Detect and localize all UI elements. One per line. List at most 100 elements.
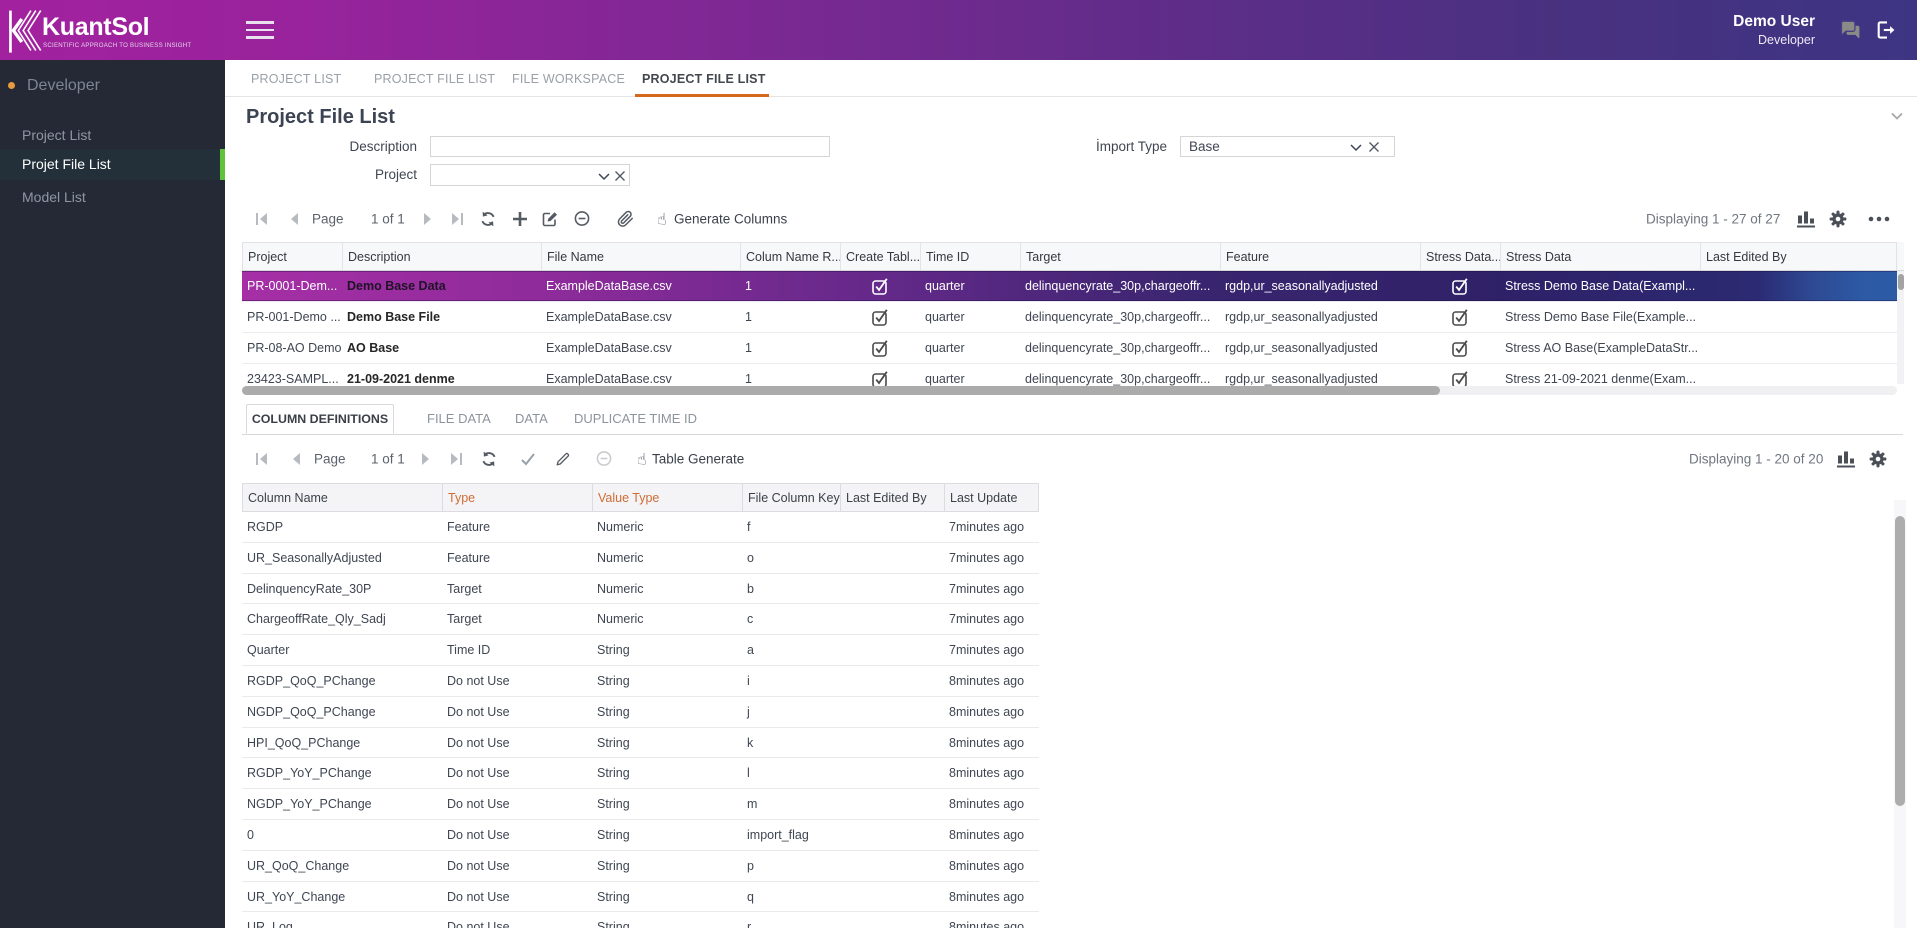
grid2-edit-button[interactable]: [555, 451, 571, 467]
grid1-column-header[interactable]: Create Tabl...: [841, 243, 921, 270]
grid2-column-header[interactable]: File Column Key: [743, 484, 841, 511]
grid2-cell-type: Do not Use: [447, 766, 510, 781]
chart-view-button[interactable]: [1797, 210, 1815, 227]
remove-button[interactable]: [574, 210, 591, 227]
main-tab-2[interactable]: FILE WORKSPACE: [512, 60, 625, 97]
grid2-refresh-button[interactable]: [481, 451, 497, 467]
grid1-column-header[interactable]: Last Edited By: [1701, 243, 1897, 270]
table-generate-button[interactable]: Table Generate: [652, 451, 744, 466]
grid1-cell-checkbox[interactable]: [840, 333, 920, 363]
sub-tab-data[interactable]: DATA: [515, 404, 548, 434]
hamburger-menu-button[interactable]: [246, 18, 274, 42]
grid2-cell-value_type: String: [597, 674, 630, 688]
add-button[interactable]: [511, 210, 529, 228]
grid1-row[interactable]: 23423-SAMPL... 21-09-2021 denme ExampleDat…: [242, 364, 1897, 387]
grid1-column-header[interactable]: Description: [343, 243, 542, 270]
grid2-row[interactable]: 0 Do not Use String import_flag 8minutes ago: [242, 820, 1039, 851]
generate-columns-button[interactable]: Generate Columns: [674, 211, 787, 226]
last-page-button[interactable]: [449, 211, 465, 227]
grid2-row[interactable]: RGDP_YoY_PChange Do not Use String l 8minute…: [242, 758, 1039, 790]
grid2-next-page-button[interactable]: [418, 451, 434, 467]
sub-tab-file-data[interactable]: FILE DATA: [427, 404, 491, 434]
grid1-cell-checkbox[interactable]: [1420, 271, 1500, 301]
sidebar-item-project-list[interactable]: Project List: [0, 120, 225, 150]
grid2-column-header[interactable]: Last Edited By: [841, 484, 945, 511]
grid1-cell-checkbox[interactable]: [840, 302, 920, 332]
sub-tab-column-definitions[interactable]: COLUMN DEFINITIONS: [246, 404, 394, 434]
grid1-column-header[interactable]: Stress Data: [1501, 243, 1701, 270]
refresh-button[interactable]: [480, 211, 496, 227]
first-page-button[interactable]: [255, 211, 271, 227]
grid2-cell-type: Do not Use: [447, 889, 510, 904]
grid1-column-header[interactable]: Stress Data...: [1421, 243, 1501, 270]
main-tab-0[interactable]: PROJECT LIST: [251, 60, 341, 97]
grid2-row[interactable]: ChargeoffRate_Qly_Sadj Target Numeric c 7min…: [242, 604, 1039, 636]
panel-vscrollbar-thumb[interactable]: [1895, 516, 1905, 806]
description-input[interactable]: [430, 136, 830, 157]
checkbox-checked-icon: [1452, 371, 1468, 387]
grid2-first-page-button[interactable]: [255, 451, 271, 467]
grid1-column-header[interactable]: Target: [1021, 243, 1221, 270]
grid2-column-header[interactable]: Last Update: [945, 484, 1039, 511]
grid2-column-header[interactable]: Column Name: [243, 484, 443, 511]
grid1-cell-checkbox[interactable]: [1420, 302, 1500, 332]
grid1-column-header[interactable]: File Name: [542, 243, 741, 270]
grid2-settings-button[interactable]: [1869, 450, 1887, 468]
grid2-remove-button[interactable]: [596, 450, 613, 467]
main-tab-3[interactable]: PROJECT FILE LIST: [642, 60, 766, 97]
grid2-row[interactable]: RGDP Feature Numeric f 7minutes ago: [242, 512, 1039, 543]
paperclip-icon: [617, 210, 633, 227]
attach-button[interactable]: [617, 210, 634, 227]
grid1-column-header[interactable]: Feature: [1221, 243, 1421, 270]
chat-button[interactable]: [1839, 20, 1860, 39]
grid2-apply-button[interactable]: [520, 451, 536, 467]
grid1-column-header[interactable]: Colum Name R...: [741, 243, 841, 270]
grid1-row[interactable]: PR-08-AO Demo AO Base ExampleDataBase.csv 1…: [242, 333, 1897, 364]
panel-vscrollbar-track[interactable]: [1894, 500, 1906, 928]
grid2-prev-page-button[interactable]: [289, 451, 305, 467]
more-options-button[interactable]: [1868, 216, 1890, 222]
grid1-vscrollbar-track[interactable]: [1897, 271, 1904, 384]
grid2-last-page-button[interactable]: [448, 451, 464, 467]
grid2-row[interactable]: UR_YoY_Change Do not Use String q 8minutes a…: [242, 881, 1039, 913]
grid2-cell-key: p: [747, 858, 754, 873]
grid2-column-header[interactable]: Type: [443, 484, 593, 511]
settings-button[interactable]: [1829, 210, 1847, 228]
grid1-row[interactable]: PR-0001-Dem... Demo Base Data ExampleDataB…: [242, 271, 1897, 302]
grid1-cell-checkbox[interactable]: [840, 271, 920, 301]
grid1-hscrollbar-thumb[interactable]: [242, 386, 1440, 395]
project-combobox[interactable]: [430, 164, 630, 186]
grid2-chart-view-button[interactable]: [1837, 450, 1855, 467]
grid2-row[interactable]: RGDP_QoQ_PChange Do not Use String i 8minute…: [242, 666, 1039, 697]
grid2-column-header[interactable]: Value Type: [593, 484, 743, 511]
grid2-row[interactable]: Quarter Time ID String a 7minutes ago: [242, 635, 1039, 666]
grid1-cell-checkbox[interactable]: [1420, 333, 1500, 363]
grid2-cell-value_type: String: [597, 858, 630, 873]
next-page-button[interactable]: [420, 211, 436, 227]
grid2-row[interactable]: UR_Log Do not Use String r 8minutes ago: [242, 912, 1039, 928]
grid2-cell-name: ChargeoffRate_Qly_Sadj: [247, 612, 386, 627]
sidebar-item-projet-file-list[interactable]: Projet File List: [0, 149, 225, 180]
grid1-cell-checkbox[interactable]: [1420, 364, 1500, 387]
grid2-row[interactable]: NGDP_YoY_PChange Do not Use String m 8minute…: [242, 789, 1039, 820]
grid1-row[interactable]: PR-001-Demo ... Demo Base File ExampleData…: [242, 302, 1897, 333]
grid1-hscrollbar-track[interactable]: [242, 386, 1897, 395]
grid1-column-header[interactable]: Time ID: [921, 243, 1021, 270]
panel-collapse-button[interactable]: [1890, 110, 1906, 122]
grid1-cell-checkbox[interactable]: [840, 364, 920, 387]
import-type-combobox[interactable]: Base: [1180, 136, 1395, 157]
logout-button[interactable]: [1876, 20, 1896, 40]
grid1-vscrollbar-thumb[interactable]: [1897, 274, 1904, 290]
grid2-row[interactable]: UR_SeasonallyAdjusted Feature Numeric o 7min…: [242, 542, 1039, 574]
prev-page-button[interactable]: [287, 211, 303, 227]
grid1-column-header[interactable]: Project: [243, 243, 343, 270]
grid2-row[interactable]: HPI_QoQ_PChange Do not Use String k 8minutes…: [242, 727, 1039, 759]
sub-tab-duplicate-time-id[interactable]: DUPLICATE TIME ID: [574, 404, 697, 434]
grid2-row[interactable]: DelinquencyRate_30P Target Numeric b 7minute…: [242, 573, 1039, 605]
edit-button[interactable]: [542, 211, 558, 227]
main-tab-1[interactable]: PROJECT FILE LIST: [374, 60, 495, 97]
check-icon: [521, 452, 535, 465]
grid2-row[interactable]: UR_QoQ_Change Do not Use String p 8minutes a…: [242, 850, 1039, 882]
grid2-cell-last_update: 7minutes ago: [949, 612, 1025, 627]
grid2-row[interactable]: NGDP_QoQ_PChange Do not Use String j 8minute…: [242, 696, 1039, 728]
